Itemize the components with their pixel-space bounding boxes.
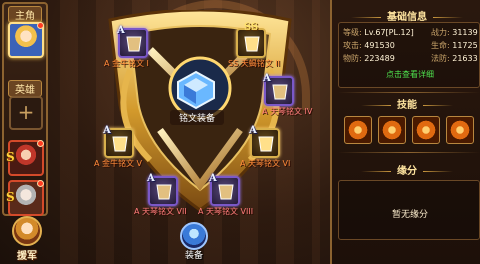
skill-slot-2-icon[interactable]: [378, 116, 406, 144]
inscription-slot-3[interactable]: A: [263, 73, 294, 106]
add-hero-slot[interactable]: +: [9, 96, 43, 130]
reinforcement-label: 援军: [17, 251, 37, 262]
slot-grade: SS: [244, 22, 259, 33]
inscription-slot-5[interactable]: A: [249, 125, 280, 158]
equip-gem-icon: [180, 222, 208, 250]
armor-icon: [258, 136, 274, 152]
rank-badge: S: [6, 150, 15, 164]
skill-slot-4-icon[interactable]: [446, 116, 474, 144]
inscription-slot-2[interactable]: SS: [236, 22, 266, 58]
hero-portrait-2[interactable]: S: [6, 140, 44, 176]
inscription-slot-4-label: A 金牛铭文 V: [94, 159, 143, 168]
inscription-slot-7[interactable]: A: [209, 173, 240, 206]
skill-slot-3-icon[interactable]: [412, 116, 440, 144]
armor-icon: [218, 184, 234, 200]
hero-portrait-3[interactable]: S: [6, 180, 44, 216]
main-hero-portrait[interactable]: [8, 22, 44, 58]
inscription-slot-6[interactable]: A: [147, 173, 178, 206]
notification-dot: [37, 22, 44, 29]
fate-box: 暂无缘分: [338, 180, 480, 240]
reinforcement-button[interactable]: 援军: [6, 216, 46, 264]
inscription-equipment-label: 铭文装备: [170, 110, 224, 125]
notification-dot: [37, 140, 44, 147]
view-details-link[interactable]: 点击查看详细: [339, 69, 480, 80]
rank-badge: S: [6, 190, 15, 204]
basic-info-box: 等级: Lv.67[PL.12] 战力: 31139 攻击: 491530 生命…: [338, 22, 480, 88]
stat-power: 战力: 31139: [431, 28, 478, 37]
main-hero-tab[interactable]: 主角: [8, 6, 42, 23]
stat-attack: 攻击: 491530: [343, 41, 395, 50]
skills-title: 技能: [332, 96, 480, 111]
heroes-tab[interactable]: 英雄: [8, 80, 42, 97]
inscription-slot-7-label: A 天琴铭文 VIII: [198, 207, 254, 216]
armor-icon: [272, 84, 288, 100]
stat-magic-defense: 法防: 21633: [431, 54, 478, 63]
inscription-slot-6-label: A 天琴铭文 VII: [134, 207, 187, 216]
inscription-slot-5-label: A 天琴铭文 VI: [240, 159, 291, 168]
stat-physical-defense: 物防: 223489: [343, 54, 395, 63]
notification-dot: [37, 180, 44, 187]
inscription-slot-1-label: A 金牛铭文 I: [104, 59, 149, 68]
stat-hp: 生命: 11725: [431, 41, 478, 50]
stat-level: 等级: Lv.67[PL.12]: [343, 28, 414, 37]
equip-label: 装备: [184, 251, 203, 261]
fate-title: 缘分: [332, 162, 480, 177]
equip-button[interactable]: 装备: [178, 222, 210, 262]
inscription-slot-1[interactable]: A: [117, 25, 148, 58]
inscription-crystal-icon[interactable]: [174, 70, 218, 110]
divider: [338, 92, 480, 93]
armor-icon: [244, 36, 260, 52]
reinforcement-avatar: [12, 216, 42, 246]
inscription-slot-2-label: SS 天蝎铭文 II: [228, 59, 280, 68]
fate-text: 暂无缘分: [391, 210, 428, 220]
basic-info-title: 基础信息: [332, 8, 480, 23]
skill-slot-1-icon[interactable]: [344, 116, 372, 144]
armor-icon: [156, 184, 172, 200]
hero-column: 主角 英雄 + S S: [2, 2, 48, 216]
divider: [338, 152, 480, 153]
armor-icon: [112, 136, 128, 152]
info-panel: 基础信息 等级: Lv.67[PL.12] 战力: 31139 攻击: 4915…: [330, 0, 480, 264]
inscription-slot-3-label: A 天琴铭文 IV: [262, 107, 313, 116]
armor-icon: [126, 36, 142, 52]
inscription-slot-4[interactable]: A: [103, 125, 134, 158]
